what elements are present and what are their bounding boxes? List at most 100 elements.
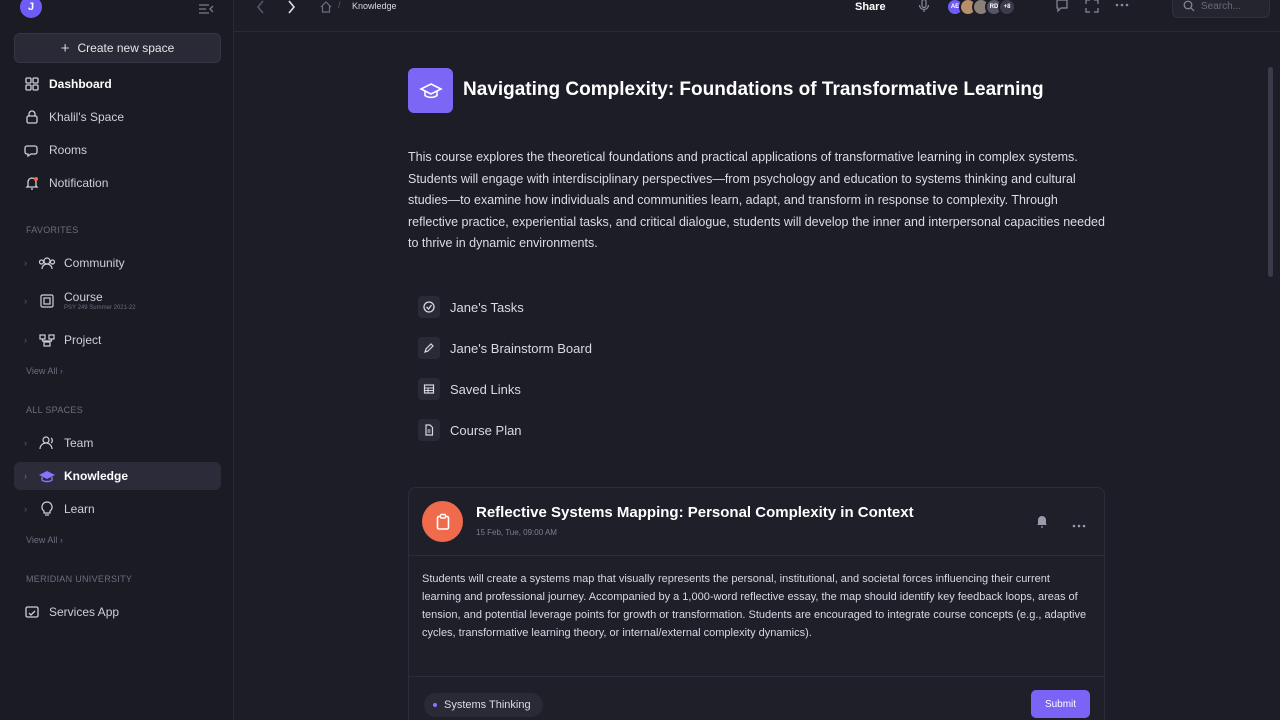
main-content: Navigating Complexity: Foundations of Tr… <box>234 33 1280 720</box>
collaborator-avatars[interactable]: AE RD +8 <box>946 0 1016 16</box>
link-saved-links-label: Saved Links <box>450 381 521 397</box>
chat-icon <box>24 145 38 158</box>
breadcrumb-current[interactable]: Knowledge <box>352 1 397 11</box>
nav-notification-label: Notification <box>49 176 109 190</box>
assignment-card-footer: Systems Thinking Submit <box>409 676 1104 720</box>
submit-button[interactable]: Submit <box>1031 690 1090 718</box>
page-description: This course explores the theoretical fou… <box>408 150 1105 250</box>
chevron-right-icon: › <box>59 366 63 376</box>
search-box[interactable] <box>1172 0 1270 18</box>
favorite-course-label: Course <box>64 289 103 304</box>
chevron-right-icon: › <box>24 438 27 448</box>
org-heading: MERIDIAN UNIVERSITY <box>26 574 133 584</box>
bell-icon <box>25 177 39 190</box>
create-new-space-button[interactable]: + Create new space <box>14 33 221 63</box>
space-learn[interactable]: › Learn <box>14 495 221 523</box>
favorites-view-all-link[interactable]: View All › <box>26 366 63 376</box>
grid-icon <box>25 77 39 91</box>
spaces-view-all-link[interactable]: View All › <box>26 535 63 545</box>
assignment-title: Reflective Systems Mapping: Personal Com… <box>476 504 914 521</box>
search-icon <box>1183 0 1195 12</box>
document-icon <box>418 419 440 441</box>
avatar-overflow-count[interactable]: +8 <box>998 0 1016 16</box>
workspace-logo[interactable]: J <box>20 0 42 18</box>
link-janes-tasks-label: Jane's Tasks <box>450 299 524 315</box>
expand-icon[interactable] <box>1085 0 1099 18</box>
share-button[interactable]: Share <box>855 1 886 13</box>
chevron-right-icon: › <box>24 258 27 268</box>
all-spaces-heading: All SPACES <box>26 405 84 415</box>
link-janes-brainstorm-board-label: Jane's Brainstorm Board <box>450 340 592 356</box>
nav-khalils-space[interactable]: Khalil's Space <box>14 103 221 131</box>
bulb-icon <box>41 501 53 516</box>
pen-icon <box>418 337 440 359</box>
nav-rooms[interactable]: Rooms <box>14 136 221 164</box>
more-options-icon[interactable] <box>1114 0 1130 18</box>
top-bar: / Knowledge Share AE RD +8 <box>234 0 1280 32</box>
favorite-project-label: Project <box>64 333 102 347</box>
clipboard-icon <box>422 501 463 542</box>
org-services-app[interactable]: Services App <box>14 598 221 626</box>
topic-tag[interactable]: Systems Thinking <box>424 693 543 717</box>
graduation-cap-icon <box>39 471 55 483</box>
comment-icon[interactable] <box>1055 0 1069 18</box>
sidebar-header: J <box>0 0 234 20</box>
nav-notification[interactable]: Notification <box>14 169 221 197</box>
favorite-course-text: Course PSY 249 Summer 2021-22 <box>64 289 136 312</box>
back-arrow-icon[interactable] <box>254 0 268 14</box>
create-new-space-label: Create new space <box>77 41 175 55</box>
link-course-plan-label: Course Plan <box>450 422 522 438</box>
app-window: J + Create new space Dashboard Khalil's … <box>0 0 1280 720</box>
forward-arrow-icon[interactable] <box>284 0 298 14</box>
bell-icon[interactable] <box>1035 514 1049 533</box>
nav-rooms-label: Rooms <box>49 143 88 157</box>
nav-khalils-space-label: Khalil's Space <box>49 110 124 124</box>
chevron-right-icon: › <box>59 535 63 545</box>
plus-icon: + <box>60 39 70 57</box>
home-icon[interactable] <box>320 0 332 13</box>
lock-icon <box>26 110 38 124</box>
breadcrumb-separator: / <box>338 0 341 10</box>
spaces-view-all-label: View All <box>26 535 58 545</box>
link-saved-links[interactable]: Saved Links <box>418 377 678 401</box>
collapse-sidebar-icon[interactable] <box>198 2 216 14</box>
link-course-plan[interactable]: Course Plan <box>418 418 678 442</box>
favorite-course[interactable]: › Course PSY 249 Summer 2021-22 <box>14 287 221 315</box>
chevron-right-icon: › <box>24 296 27 306</box>
scrollbar[interactable] <box>1268 67 1273 277</box>
tasks-icon <box>418 296 440 318</box>
project-icon <box>39 334 55 347</box>
space-knowledge[interactable]: › Knowledge <box>14 462 221 490</box>
table-icon <box>418 378 440 400</box>
link-janes-brainstorm-board[interactable]: Jane's Brainstorm Board <box>418 336 678 360</box>
microphone-icon[interactable] <box>918 0 930 18</box>
link-janes-tasks[interactable]: Jane's Tasks <box>418 295 678 319</box>
chevron-right-icon: › <box>24 471 27 481</box>
graduation-cap-icon <box>408 68 453 113</box>
chevron-right-icon: › <box>24 335 27 345</box>
space-learn-label: Learn <box>64 502 95 516</box>
assignment-description: Students will create a systems map that … <box>422 573 1087 639</box>
favorites-view-all-label: View All <box>26 366 58 376</box>
team-icon <box>39 436 53 450</box>
chevron-right-icon: › <box>24 504 27 514</box>
page-title: Navigating Complexity: Foundations of Tr… <box>463 79 1044 100</box>
assignment-date: 15 Feb, Tue, 09:00 AM <box>476 528 557 537</box>
favorite-project[interactable]: › Project <box>14 326 221 354</box>
org-services-app-label: Services App <box>49 605 120 619</box>
nav-dashboard-label: Dashboard <box>49 77 112 91</box>
favorite-community-label: Community <box>64 256 125 270</box>
favorite-community[interactable]: › Community <box>14 249 221 277</box>
space-team[interactable]: › Team <box>14 429 221 457</box>
assignment-card: Reflective Systems Mapping: Personal Com… <box>408 487 1105 720</box>
space-knowledge-label: Knowledge <box>64 469 129 483</box>
sidebar: J + Create new space Dashboard Khalil's … <box>0 0 234 720</box>
more-options-icon[interactable] <box>1071 516 1087 534</box>
community-icon <box>38 257 56 270</box>
course-icon <box>40 294 54 308</box>
nav-dashboard[interactable]: Dashboard <box>14 70 221 98</box>
search-input[interactable] <box>1201 0 1263 12</box>
favorites-heading: FAVORITES <box>26 225 79 235</box>
assignment-card-header: Reflective Systems Mapping: Personal Com… <box>409 488 1104 556</box>
app-window-icon <box>25 606 39 618</box>
